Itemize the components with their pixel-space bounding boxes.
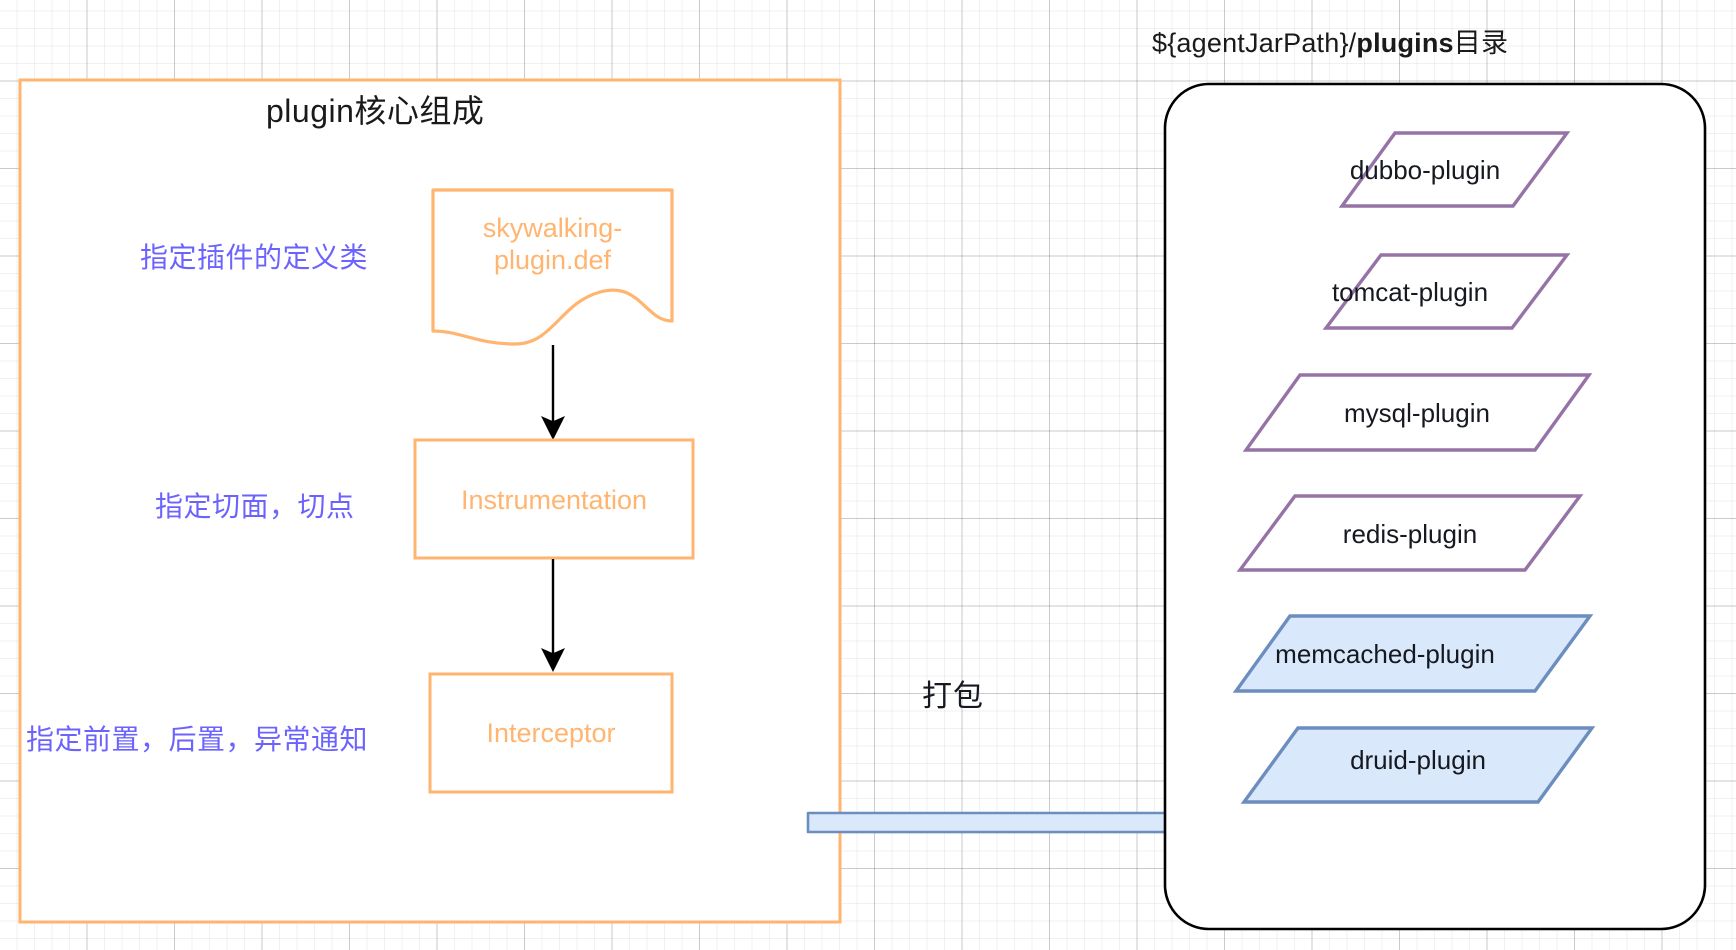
plugin-label-tomcat: tomcat-plugin [1331, 277, 1489, 307]
plugins-directory-title-prefix: ${agentJarPath}/ [1152, 28, 1357, 58]
plugin-core-title: plugin核心组成 [266, 93, 485, 129]
interceptor-label: Interceptor [486, 718, 616, 748]
skywalking-plugin-def-label-line2: plugin.def [493, 245, 612, 276]
plugins-directory-container [1163, 82, 1707, 931]
annotation-advice-notice: 指定前置，后置，异常通知 [26, 724, 369, 755]
plugin-label-redis: redis-plugin [1342, 519, 1478, 549]
package-arrow-label: 打包 [922, 680, 984, 713]
skywalking-plugin-def-label-line1: skywalking- [482, 213, 623, 243]
plugin-label-memcached: memcached-plugin [1275, 639, 1495, 669]
skywalking-plugin-def-label: skywalking- plugin.def [433, 212, 672, 277]
plugins-directory-title-bold: plugins [1356, 28, 1454, 58]
plugin-label-dubbo: dubbo-plugin [1349, 155, 1501, 185]
annotation-define-class: 指定插件的定义类 [140, 242, 369, 273]
plugin-label-druid: druid-plugin [1350, 745, 1486, 775]
diagram-canvas: plugin核心组成 skywalking- plugin.def Instru… [0, 0, 1736, 950]
plugin-label-mysql: mysql-plugin [1344, 398, 1490, 428]
plugins-directory-title: ${agentJarPath}/plugins目录 [1152, 21, 1508, 60]
instrumentation-label: Instrumentation [460, 485, 648, 515]
diagram-shapes-layer [18, 78, 1707, 931]
annotation-aspect-pointcut: 指定切面，切点 [155, 491, 355, 522]
package-block-arrow [806, 782, 1245, 863]
plugins-directory-title-suffix: 目录 [1453, 28, 1509, 58]
